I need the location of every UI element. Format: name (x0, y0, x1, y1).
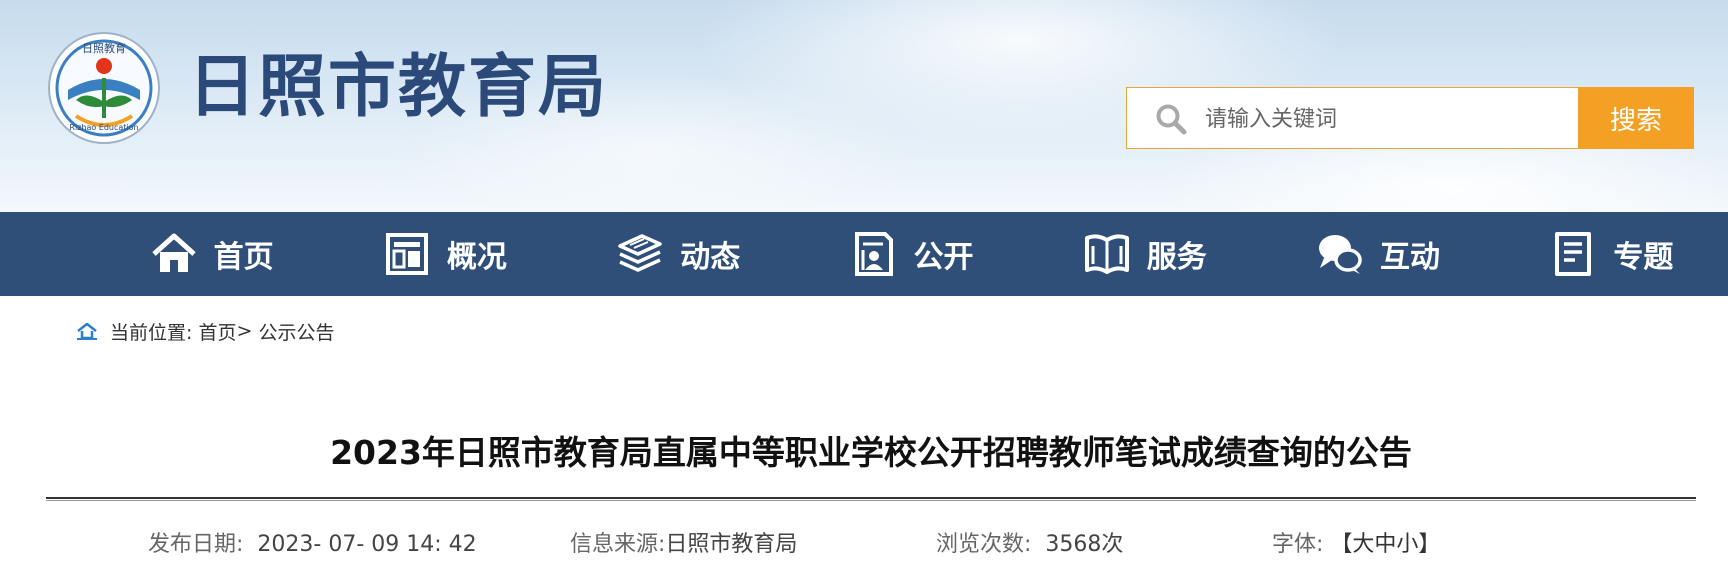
nav-item-news[interactable]: 动态 (562, 212, 795, 296)
nav-label: 互动 (1380, 240, 1441, 275)
disclosure-icon (855, 232, 894, 276)
nav-item-interaction[interactable]: 互动 (1261, 212, 1494, 296)
nav-label: 概况 (446, 240, 507, 275)
breadcrumb-separator: > (236, 320, 253, 342)
nav-label: 动态 (680, 240, 741, 275)
nav-item-disclosure[interactable]: 公开 (795, 212, 1028, 296)
search-box: 搜索 (1126, 87, 1694, 150)
chat-bubbles-icon (1319, 235, 1362, 274)
site-header: 日照教育 Rizhao Education 日照市教育局 搜索 (0, 0, 1728, 212)
breadcrumb-home-link[interactable]: 首页 (198, 318, 236, 345)
search-icon (1156, 104, 1187, 135)
breadcrumb: 当前位置: 首页 > 公示公告 (76, 316, 334, 346)
view-count: 浏览次数: 3568次 (936, 526, 1124, 557)
info-source-value: 日照市教育局 (665, 532, 798, 557)
title-divider (46, 497, 1696, 501)
nav-label: 专题 (1613, 240, 1674, 275)
nav-label: 公开 (913, 240, 974, 275)
news-stack-icon (618, 234, 662, 272)
breadcrumb-home-icon (77, 322, 97, 340)
font-size-options[interactable]: 【大中小】 (1330, 532, 1440, 557)
article-title: 2023年日照市教育局直属中等职业学校公开招聘教师笔试成绩查询的公告 (330, 433, 1412, 472)
nav-item-service[interactable]: 服务 (1028, 212, 1261, 296)
nav-item-topics[interactable]: 专题 (1495, 212, 1728, 296)
search-button[interactable]: 搜索 (1578, 87, 1694, 149)
view-count-label: 浏览次数: (936, 532, 1032, 557)
home-icon (151, 233, 196, 272)
svg-text:日照教育: 日照教育 (82, 41, 126, 55)
nav-label: 服务 (1146, 240, 1207, 275)
font-size-label: 字体: (1272, 532, 1324, 557)
search-input[interactable] (1203, 88, 1567, 150)
info-source: 信息来源:日照市教育局 (570, 526, 798, 557)
publish-date-label: 发布日期: (148, 532, 244, 557)
site-title[interactable]: 日照市教育局 (188, 44, 608, 132)
breadcrumb-prefix: 当前位置: (110, 321, 193, 344)
nav-item-overview[interactable]: 概况 (328, 212, 561, 296)
book-icon (1084, 234, 1129, 274)
breadcrumb-current[interactable]: 公示公告 (258, 318, 334, 345)
document-icon (1555, 232, 1592, 276)
info-source-label: 信息来源: (570, 532, 666, 557)
nav-item-home[interactable]: 首页 (95, 212, 328, 296)
view-count-value: 3568次 (1045, 532, 1124, 557)
main-nav: 首页 概况 动态 公开 服务 互动 专题 (0, 212, 1728, 296)
overview-icon (385, 233, 428, 275)
publish-date: 发布日期: 2023- 07- 09 14: 42 (148, 526, 477, 557)
svg-text:Rizhao Education: Rizhao Education (69, 123, 138, 132)
publish-date-value: 2023- 07- 09 14: 42 (257, 532, 477, 557)
nav-label: 首页 (213, 240, 274, 275)
font-size-control: 字体: 【大中小】 (1272, 526, 1440, 557)
rizhao-education-logo[interactable]: 日照教育 Rizhao Education (46, 30, 162, 146)
